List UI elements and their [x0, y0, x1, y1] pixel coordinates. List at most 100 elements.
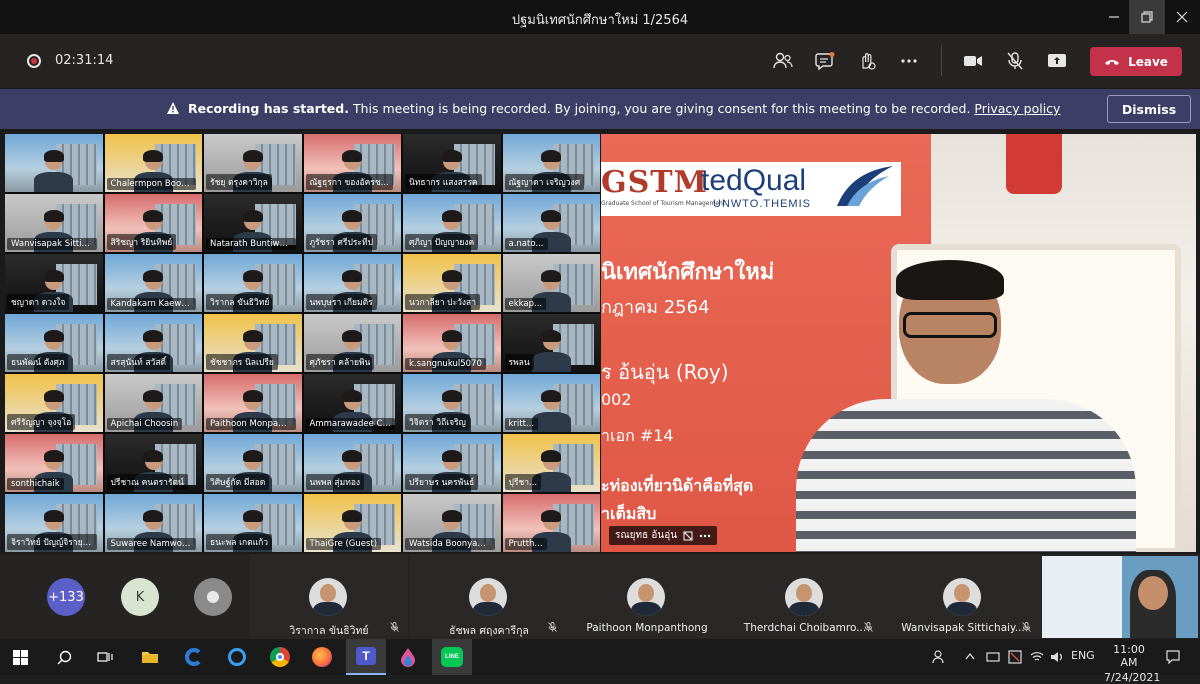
banner-text: This meeting is being recorded. By joini… [352, 101, 971, 116]
participant-tile[interactable]: Paithoon Monpanth... [204, 374, 302, 432]
avatar-initial[interactable]: K [121, 578, 159, 616]
participant-tile[interactable]: ปรีชาณ คนตรารัตน์ [104, 434, 202, 492]
drop-app-button[interactable] [388, 639, 428, 675]
search-button[interactable] [44, 639, 84, 675]
dismiss-button[interactable]: Dismiss [1107, 95, 1191, 123]
chevron-up-icon[interactable] [965, 652, 975, 660]
start-button[interactable] [0, 639, 40, 675]
people-tray-icon[interactable] [932, 650, 946, 664]
participant-tile[interactable]: Watsida Boonyan... [403, 494, 501, 552]
strip-participant-tile[interactable]: Wanvisapak Sittichaiy... [884, 554, 1042, 639]
spotlight-icon [683, 531, 693, 540]
wifi-icon[interactable] [1030, 651, 1044, 663]
participant-tile[interactable]: ThaiGre (Guest) [303, 494, 401, 552]
participant-tile[interactable]: ณัฐญาดา เจริญวงศ [502, 134, 600, 192]
volume-icon[interactable] [1050, 651, 1064, 663]
privacy-policy-link[interactable]: Privacy policy [974, 101, 1060, 116]
participant-tile[interactable]: ชญาดา ดวงใจ [5, 254, 103, 312]
participant-tile[interactable]: สิริชญา ริยินทิพย์ [104, 194, 202, 252]
participant-tile[interactable]: ธนะพล เกตแก้ว [204, 494, 302, 552]
participant-tile[interactable]: ภูรัชรา ศรีประทีป [303, 194, 401, 252]
restore-icon [1141, 11, 1153, 23]
participant-tile[interactable]: Prutth... [502, 494, 600, 552]
window-title: ปฐมนิเทศนักศึกษาใหม่ 1/2564 [511, 13, 689, 28]
participant-tile[interactable]: ชัชชาภร นิลเปรีย [204, 314, 302, 372]
participant-tile[interactable]: Natarath Buntiwa... [204, 194, 302, 252]
participant-tile[interactable]: ปรียาษร นครพันธ์ [403, 434, 501, 492]
participant-tile[interactable]: Chalermpon Boon... [104, 134, 202, 192]
line-button[interactable]: LINE [432, 639, 472, 675]
restore-button[interactable] [1129, 0, 1165, 34]
firefox-button[interactable] [302, 639, 342, 675]
participant-name: ณัฐธุรกา ของอัครช... [305, 174, 393, 190]
share-screen-icon [1048, 54, 1066, 67]
hang-up-icon [1105, 59, 1120, 65]
participant-tile[interactable]: จิราวิทย์ ปัญญ์จิรายุวาน [5, 494, 103, 552]
task-view-button[interactable] [85, 639, 125, 675]
chat-button[interactable] [812, 48, 838, 74]
participant-tile[interactable]: นวกาลียา ปะวังสา [403, 254, 501, 312]
teams-button[interactable]: T [346, 639, 386, 675]
self-view-video[interactable] [1042, 556, 1198, 638]
reactions-button[interactable] [854, 48, 880, 74]
network-tray-icon[interactable] [986, 651, 1000, 663]
participant-tile[interactable]: Apichai Choosin [104, 374, 202, 432]
participant-tile[interactable]: sonthichaik [5, 434, 103, 492]
security-tray-icon[interactable] [1008, 650, 1022, 664]
strip-participant-tile[interactable]: ธัชพล ศฤงคารีกุล [410, 554, 568, 639]
participant-tile[interactable]: ekkap... [502, 254, 600, 312]
participant-tile[interactable]: นพบุษรา เกียมติร [303, 254, 401, 312]
participant-tile[interactable]: ศรีรัญญา จุงจุโอ [5, 374, 103, 432]
participant-tile[interactable]: k.sangnukul5070 [403, 314, 501, 372]
share-button[interactable] [1044, 48, 1070, 74]
mic-button[interactable] [1002, 48, 1028, 74]
more-icon[interactable] [699, 534, 711, 538]
camera-button[interactable] [960, 48, 986, 74]
participants-button[interactable] [770, 48, 796, 74]
participant-tile[interactable]: วิรากล ขันธิวิทย์ [204, 254, 302, 312]
leave-button[interactable]: Leave [1090, 47, 1182, 76]
participant-tile[interactable]: นพพล สุ่มทอง [303, 434, 401, 492]
participant-tile[interactable]: รพลน [502, 314, 600, 372]
notifications-icon[interactable] [1166, 650, 1180, 664]
close-button[interactable] [1164, 0, 1200, 34]
chrome-button[interactable] [260, 639, 300, 675]
strip-participant-tile[interactable]: Therdchai Choibamro... [726, 554, 884, 639]
participant-tile[interactable]: a.nato... [502, 194, 600, 252]
overflow-participants-button[interactable]: +133 [47, 578, 85, 616]
strip-participant-tile[interactable]: Paithoon Monpanthong [568, 554, 726, 639]
participant-tile[interactable]: ศุภิญา ปัญญายงค [403, 194, 501, 252]
recording-icon [27, 54, 41, 68]
participant-tile[interactable]: Wanvisapak Sittic... [5, 194, 103, 252]
participant-tile[interactable]: Kandakarn Kaewm... [104, 254, 202, 312]
participant-tile[interactable]: สรสุนันท์ สวัสดิ์ [104, 314, 202, 372]
file-explorer-button[interactable] [130, 639, 170, 675]
participant-name: สิริชญา ริยินทิพย์ [106, 234, 177, 250]
participant-tile[interactable]: ณัฐธุรกา ของอัครช... [303, 134, 401, 192]
strip-participant-name: Paithoon Monpanthong [586, 622, 708, 634]
participant-tile[interactable]: Suwaree Namwong [104, 494, 202, 552]
ie-button[interactable] [217, 639, 257, 675]
avatar-photo[interactable] [194, 578, 232, 616]
participant-tile[interactable]: รัชยุ ตรุงคาวิกุล [204, 134, 302, 192]
participant-tile[interactable]: ปุรีชา... [502, 434, 600, 492]
participant-name: Apichai Choosin [106, 418, 183, 430]
participant-tile[interactable]: kritt... [502, 374, 600, 432]
language-indicator[interactable]: ENG [1071, 649, 1095, 662]
participant-tile[interactable] [5, 134, 103, 192]
participant-name: Chalermpon Boon... [106, 178, 197, 190]
participant-tile[interactable]: วิจิตรา วิถีเจริญ [403, 374, 501, 432]
presenter-video[interactable]: GSTM Graduate School of Tourism Manageme… [601, 134, 1196, 552]
more-options-button[interactable] [896, 48, 922, 74]
participant-tile[interactable]: วิศิษฐ์กัต มีสอด [204, 434, 302, 492]
participant-tile[interactable]: Ammarawadee Ch... [303, 374, 401, 432]
clock[interactable]: 11:00 AM 7/24/2021 [1104, 643, 1160, 684]
minimize-button[interactable] [1096, 0, 1132, 34]
mic-off-icon [548, 622, 557, 635]
school-subtitle: Graduate School of Tourism Management [601, 200, 726, 207]
strip-participant-tile[interactable]: วิรากาล ขันธิวิทย์ [250, 554, 408, 639]
participant-tile[interactable]: ธนพัฒน์ ตังศุภ [5, 314, 103, 372]
participant-tile[interactable]: นิทธากร แสงสรรค [403, 134, 501, 192]
participant-tile[interactable]: ศุภัชรา คล้ายพิน [303, 314, 401, 372]
edge-button[interactable] [174, 639, 214, 675]
